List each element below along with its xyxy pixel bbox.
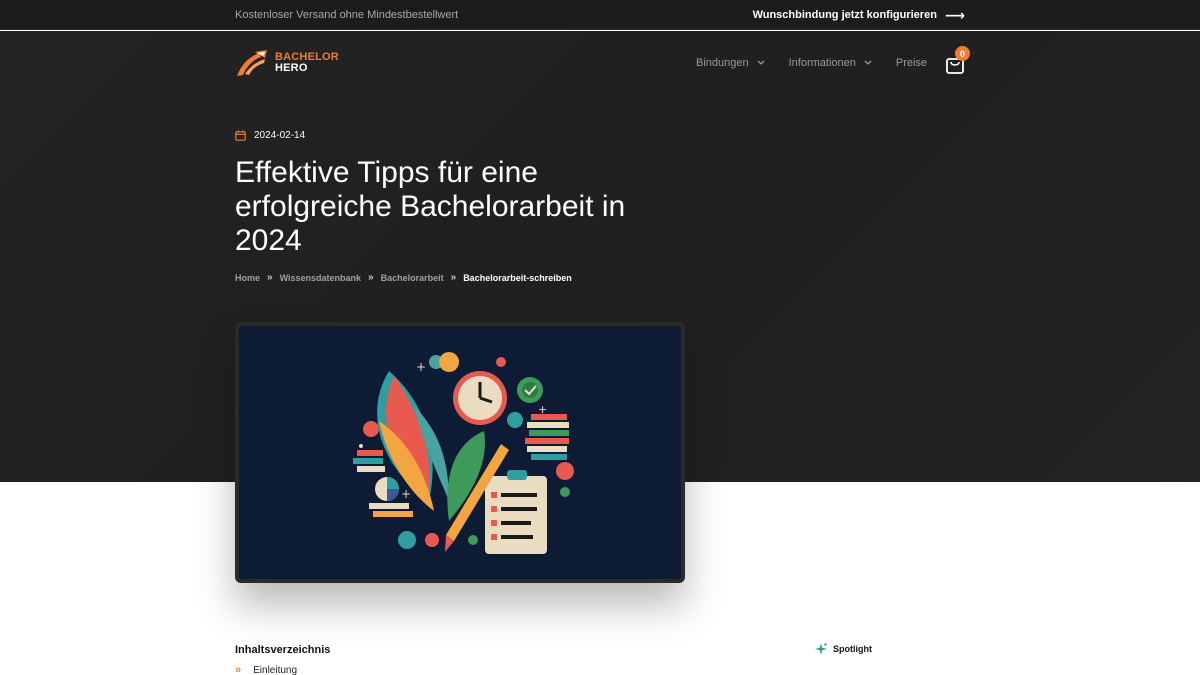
double-chevron-icon: » xyxy=(450,272,457,283)
configure-binding-label: Wunschbindung jetzt konfigurieren xyxy=(752,9,937,21)
breadcrumb-wissensdatenbank[interactable]: Wissensdatenbank xyxy=(280,273,361,283)
double-chevron-icon: » xyxy=(368,272,374,283)
double-chevron-icon: » xyxy=(267,272,273,283)
calendar-icon xyxy=(235,130,246,141)
svg-text:+: + xyxy=(416,360,426,374)
nav-item-label: Bindungen xyxy=(696,57,749,69)
main-nav: Bindungen Informationen Preise xyxy=(696,54,927,72)
nav-item-informationen[interactable]: Informationen xyxy=(789,57,872,69)
breadcrumb-bachelorarbeit[interactable]: Bachelorarbeit xyxy=(381,273,444,283)
double-chevron-icon: » xyxy=(235,664,242,675)
page-title: Effektive Tipps für eine erfolgreiche Ba… xyxy=(235,156,626,257)
featured-illustration: + + + xyxy=(239,326,681,579)
svg-text:+: + xyxy=(401,487,411,501)
nav-item-label: Preise xyxy=(895,57,928,69)
nav-item-bindungen[interactable]: Bindungen xyxy=(696,57,765,69)
toc-item-label: Einleitung xyxy=(253,664,298,675)
logo-word-hero: HERO xyxy=(275,62,308,74)
article-date: 2024-02-14 xyxy=(235,130,305,141)
cart-count-badge: 0 xyxy=(955,46,970,61)
chevron-down-icon xyxy=(864,58,872,68)
shipping-promo-text: Kostenloser Versand ohne Mindestbestellw… xyxy=(235,9,459,21)
spotlight-heading: Spotlight xyxy=(815,643,872,655)
nav-item-label: Informationen xyxy=(788,57,856,69)
sparkle-icon xyxy=(815,643,827,655)
featured-image: + + + xyxy=(235,322,685,583)
cart-button[interactable]: 0 xyxy=(944,46,970,75)
page: Kostenloser Versand ohne Mindestbestellw… xyxy=(0,0,1200,675)
breadcrumb-home[interactable]: Home xyxy=(235,273,260,283)
top-bar: Kostenloser Versand ohne Mindestbestellw… xyxy=(0,0,1200,30)
breadcrumb-current: Bachelorarbeit-schreiben xyxy=(463,272,572,283)
nav-item-preise[interactable]: Preise xyxy=(896,57,927,69)
logo-mark-icon xyxy=(237,50,267,76)
spotlight-label: Spotlight xyxy=(833,644,872,654)
toc-item-einleitung[interactable]: » Einleitung xyxy=(235,664,297,675)
configure-binding-link[interactable]: Wunschbindung jetzt konfigurieren ⟶ xyxy=(753,8,965,22)
article-date-text: 2024-02-14 xyxy=(254,130,306,141)
toc-title: Inhaltsverzeichnis xyxy=(235,644,331,656)
site-logo[interactable]: BACHELOR HERO xyxy=(235,48,339,78)
arrow-right-icon: ⟶ xyxy=(944,7,965,23)
breadcrumb: Home » Wissensdatenbank » Bachelorarbeit… xyxy=(235,272,572,283)
chevron-down-icon xyxy=(757,58,765,68)
